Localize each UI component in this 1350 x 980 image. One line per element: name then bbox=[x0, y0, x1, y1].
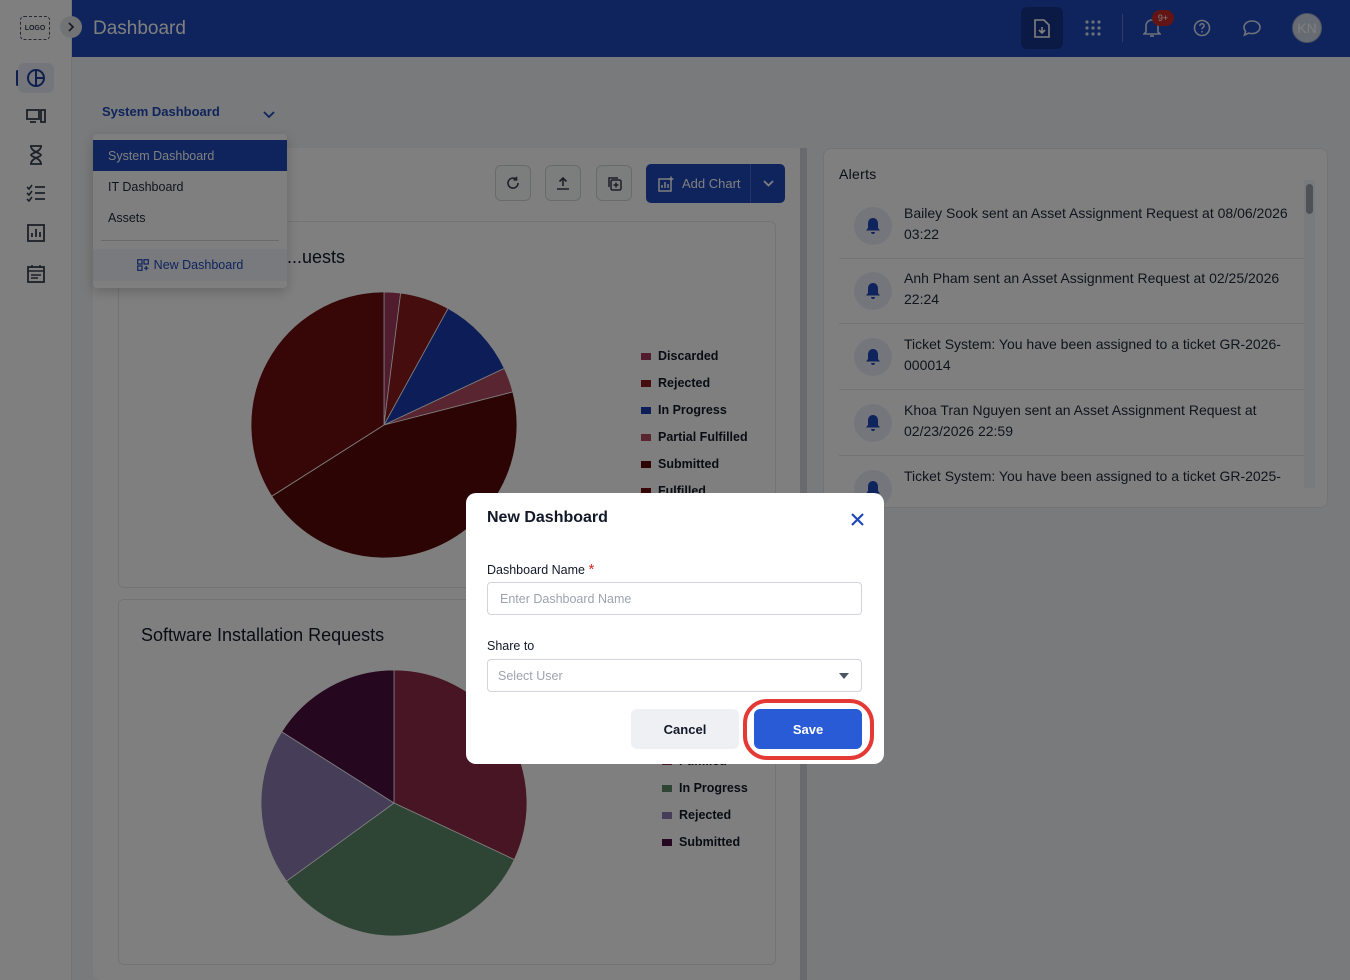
close-button[interactable] bbox=[848, 510, 866, 528]
dashboard-name-placeholder: Enter Dashboard Name bbox=[500, 591, 632, 606]
dashboard-name-input[interactable]: Enter Dashboard Name bbox=[487, 582, 862, 615]
close-icon bbox=[850, 512, 864, 526]
share-to-label: Share to bbox=[487, 639, 535, 653]
highlight-annotation bbox=[743, 699, 874, 760]
required-mark: * bbox=[588, 561, 595, 578]
dashboard-name-label-text: Dashboard Name bbox=[487, 563, 585, 577]
cancel-button[interactable]: Cancel bbox=[631, 709, 739, 749]
share-user-select[interactable]: Select User bbox=[487, 659, 862, 692]
share-user-placeholder: Select User bbox=[498, 668, 563, 683]
modal-backdrop[interactable] bbox=[0, 0, 1350, 980]
caret-down-icon bbox=[839, 673, 849, 679]
dialog-title: New Dashboard bbox=[487, 509, 608, 526]
dashboard-name-label: Dashboard Name * bbox=[487, 561, 594, 578]
